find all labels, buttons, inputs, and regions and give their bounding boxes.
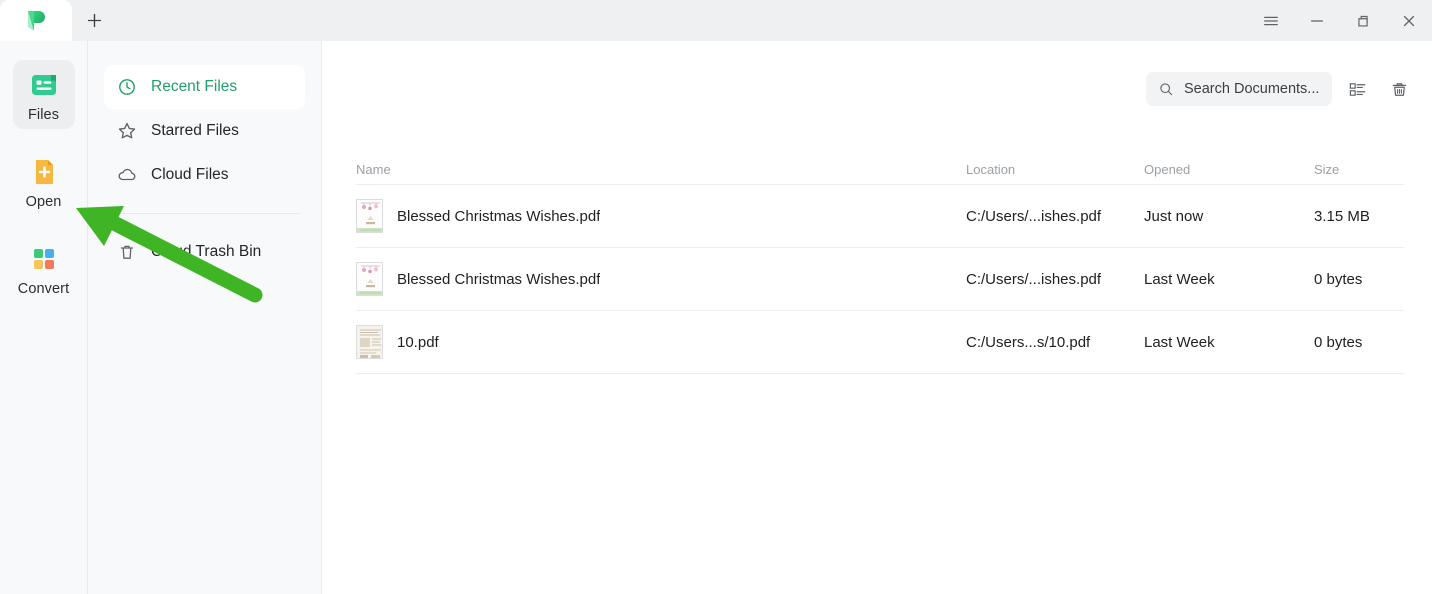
nav-divider	[109, 213, 300, 214]
rail-item-open[interactable]: Open	[13, 147, 75, 216]
file-size: 3.15 MB	[1314, 208, 1404, 225]
list-view-icon[interactable]	[1340, 72, 1374, 106]
restore-button[interactable]	[1340, 0, 1386, 41]
title-bar	[0, 0, 1432, 41]
file-opened: Just now	[1144, 208, 1314, 225]
nav-item-label: Cloud Trash Bin	[151, 243, 261, 261]
files-table: Name Location Opened Size	[356, 155, 1404, 374]
left-rail: Files Open Convert	[0, 41, 88, 594]
column-header-location: Location	[966, 162, 1144, 177]
star-icon	[117, 121, 137, 141]
table-row[interactable]: Blessed Christmas Wishes.pdf C:/Users/..…	[356, 248, 1404, 311]
nav-item-starred-files[interactable]: Starred Files	[104, 109, 305, 153]
files-icon	[27, 68, 61, 102]
rail-item-label: Convert	[18, 281, 69, 297]
christmas-card-thumbnail	[356, 199, 383, 233]
nav-item-recent-files[interactable]: Recent Files	[104, 65, 305, 109]
file-size: 0 bytes	[1314, 334, 1404, 351]
nav-item-label: Recent Files	[151, 78, 237, 96]
rail-item-convert[interactable]: Convert	[13, 234, 75, 303]
clock-icon	[117, 77, 137, 97]
file-location: C:/Users/...ishes.pdf	[966, 208, 1144, 225]
minimize-button[interactable]	[1294, 0, 1340, 41]
file-opened: Last Week	[1144, 271, 1314, 288]
file-name-label: Blessed Christmas Wishes.pdf	[397, 271, 600, 288]
main-content: Search Documents... Name L	[322, 41, 1432, 594]
menu-button[interactable]	[1248, 0, 1294, 41]
column-header-opened: Opened	[1144, 162, 1314, 177]
christmas-card-thumbnail	[356, 262, 383, 296]
rail-item-label: Files	[28, 107, 59, 123]
file-name-label: Blessed Christmas Wishes.pdf	[397, 208, 600, 225]
close-button[interactable]	[1386, 0, 1432, 41]
column-header-size: Size	[1314, 162, 1404, 177]
window-controls	[1248, 0, 1432, 41]
file-location: C:/Users/...ishes.pdf	[966, 271, 1144, 288]
rail-item-label: Open	[26, 194, 62, 210]
nav-panel: Recent Files Starred Files Cloud Files	[88, 41, 322, 594]
new-tab-button[interactable]	[72, 0, 116, 41]
table-row[interactable]: Blessed Christmas Wishes.pdf C:/Users/..…	[356, 185, 1404, 248]
document-page-thumbnail	[356, 325, 383, 359]
file-location: C:/Users...s/10.pdf	[966, 334, 1144, 351]
rail-item-files[interactable]: Files	[13, 60, 75, 129]
nav-item-cloud-trash-bin[interactable]: Cloud Trash Bin	[104, 230, 305, 274]
file-name-label: 10.pdf	[397, 334, 439, 351]
file-name-cell: Blessed Christmas Wishes.pdf	[356, 262, 966, 296]
column-header-name: Name	[356, 162, 966, 177]
nav-item-label: Starred Files	[151, 122, 239, 140]
trash-bin-icon[interactable]	[1382, 72, 1416, 106]
open-file-icon	[27, 155, 61, 189]
nav-item-label: Cloud Files	[151, 166, 229, 184]
search-input-value: Search Documents...	[1184, 81, 1319, 97]
table-header: Name Location Opened Size	[356, 155, 1404, 185]
content-toolbar: Search Documents...	[1146, 72, 1416, 106]
file-size: 0 bytes	[1314, 271, 1404, 288]
cloud-icon	[117, 165, 137, 185]
nav-item-cloud-files[interactable]: Cloud Files	[104, 153, 305, 197]
convert-grid-icon	[27, 242, 61, 276]
browser-tab-active[interactable]	[0, 0, 72, 41]
app-window: Files Open Convert	[0, 0, 1432, 594]
trash-icon	[117, 242, 137, 262]
app-logo-icon	[23, 8, 49, 34]
file-name-cell: Blessed Christmas Wishes.pdf	[356, 199, 966, 233]
file-opened: Last Week	[1144, 334, 1314, 351]
file-name-cell: 10.pdf	[356, 325, 966, 359]
search-input[interactable]: Search Documents...	[1146, 72, 1332, 106]
search-icon	[1158, 81, 1174, 97]
table-row[interactable]: 10.pdf C:/Users...s/10.pdf Last Week 0 b…	[356, 311, 1404, 374]
